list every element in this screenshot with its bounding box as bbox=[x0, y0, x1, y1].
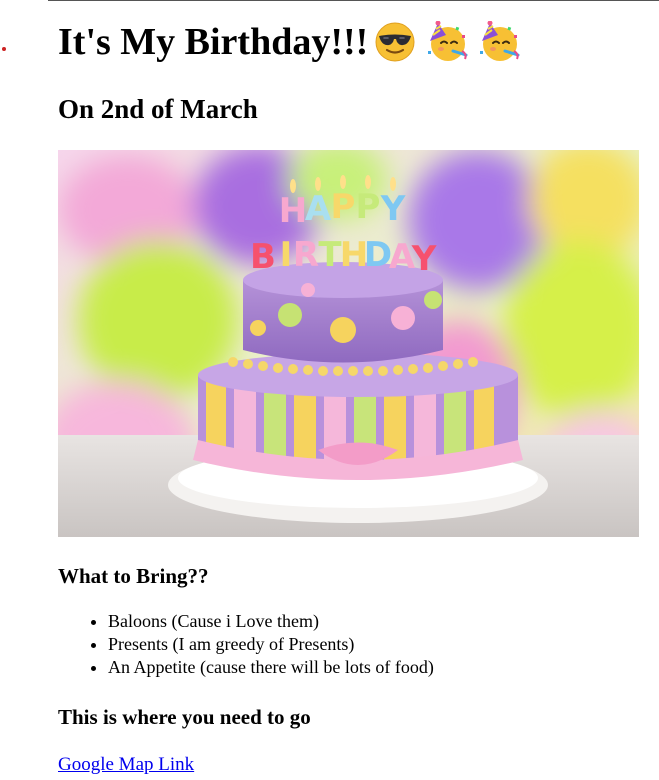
marker-dot bbox=[2, 47, 6, 51]
svg-text:Y: Y bbox=[411, 239, 437, 279]
partying-face-icon bbox=[428, 21, 468, 61]
list-item: Presents (I am greedy of Presents) bbox=[108, 633, 434, 656]
smiling-face-with-sunglasses-icon bbox=[375, 22, 415, 62]
what-to-bring-heading: What to Bring?? bbox=[58, 564, 209, 588]
svg-text:B: B bbox=[250, 237, 276, 277]
bring-list: Baloons (Cause i Love them) Presents (I … bbox=[58, 610, 434, 679]
title-emoji-row bbox=[374, 21, 520, 63]
page: It's My Birthday!!! On 2nd of March H A … bbox=[0, 0, 659, 780]
list-item: Baloons (Cause i Love them) bbox=[108, 610, 434, 633]
top-divider bbox=[48, 0, 659, 1]
page-title: It's My Birthday!!! bbox=[58, 18, 520, 66]
svg-text:H: H bbox=[279, 191, 307, 231]
svg-text:Y: Y bbox=[380, 189, 406, 229]
svg-text:P: P bbox=[331, 187, 356, 227]
svg-text:P: P bbox=[356, 187, 381, 227]
date-subtitle: On 2nd of March bbox=[58, 94, 258, 124]
svg-text:R: R bbox=[293, 235, 319, 275]
birthday-cake-image: H A P P Y B I R T H D A Y bbox=[58, 150, 639, 537]
cake-illustration: H A P P Y B I R T H D A Y bbox=[58, 150, 639, 537]
location-heading: This is where you need to go bbox=[58, 705, 311, 729]
partying-face-icon bbox=[480, 21, 520, 61]
svg-text:A: A bbox=[305, 189, 332, 229]
list-item: An Appetite (cause there will be lots of… bbox=[108, 656, 434, 679]
google-map-link[interactable]: Google Map Link bbox=[58, 753, 194, 777]
page-title-text: It's My Birthday!!! bbox=[58, 21, 369, 63]
svg-text:I: I bbox=[280, 235, 293, 275]
